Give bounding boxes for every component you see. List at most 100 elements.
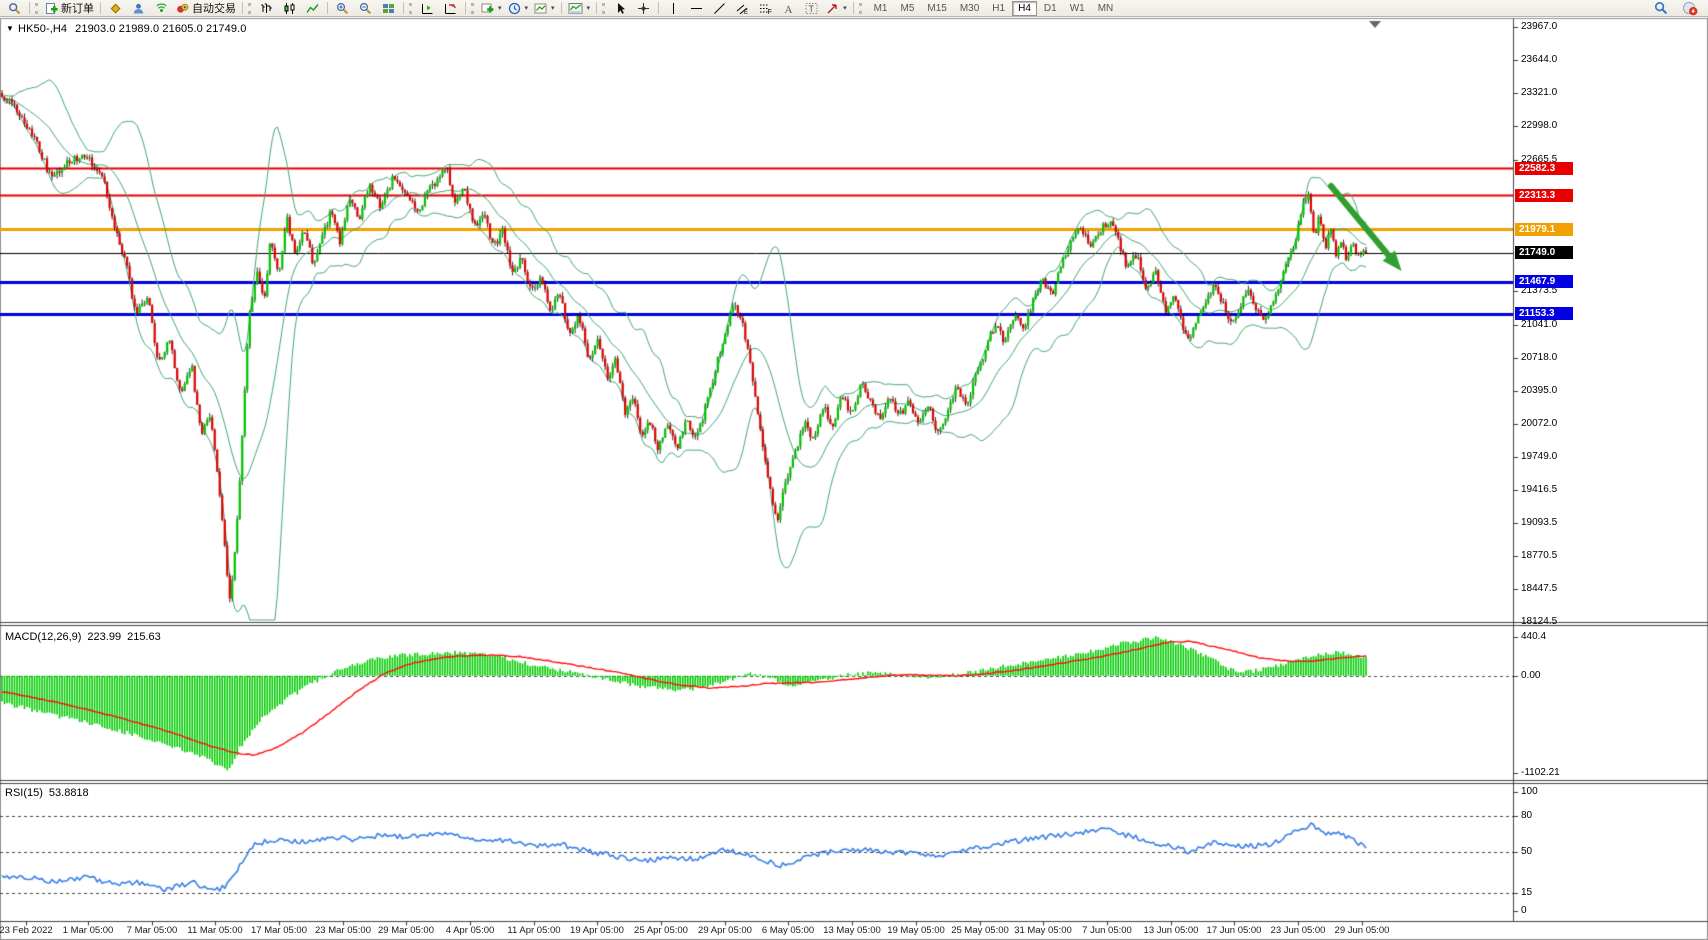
- separator: [658, 2, 659, 14]
- timeframe-button-m30[interactable]: M30: [954, 1, 985, 16]
- bar-chart-button[interactable]: [255, 0, 278, 17]
- candlestick-icon: [283, 2, 296, 15]
- zoom-out-icon: [359, 2, 372, 15]
- separator: [242, 2, 243, 14]
- timeframe-button-h1[interactable]: H1: [986, 1, 1011, 16]
- timeframe-button-m1[interactable]: M1: [868, 1, 894, 16]
- history-center-button[interactable]: [104, 0, 127, 17]
- text-icon: A: [782, 2, 795, 15]
- community-button[interactable]: [127, 0, 150, 17]
- separator: [403, 2, 404, 14]
- crosshair-icon: [637, 2, 650, 15]
- templates-button[interactable]: ▾: [531, 0, 558, 17]
- toolbar-grip: [471, 3, 474, 14]
- separator: [853, 2, 854, 14]
- timeframe-button-d1[interactable]: D1: [1038, 1, 1063, 16]
- arrows-button[interactable]: ▾: [823, 0, 850, 17]
- text-label-icon: T: [805, 2, 818, 15]
- candlestick-chart-button[interactable]: [278, 0, 301, 17]
- indicator-window-icon: [568, 2, 583, 15]
- fibonacci-icon: F: [759, 2, 772, 15]
- channel-icon: E: [736, 2, 749, 15]
- timeframe-button-mn[interactable]: MN: [1092, 1, 1120, 16]
- gold-diamond-icon: [109, 2, 122, 15]
- arrows-icon: [826, 2, 839, 15]
- auto-trading-button[interactable]: 自动交易: [173, 0, 239, 17]
- horizontal-line-icon: [690, 2, 703, 15]
- chart-shift-button[interactable]: [439, 0, 462, 17]
- toolbar-grip: [35, 3, 38, 14]
- trendline-button[interactable]: [708, 0, 731, 17]
- line-chart-button[interactable]: [301, 0, 324, 17]
- tile-windows-icon: [382, 2, 395, 15]
- person-icon: [132, 2, 145, 15]
- search-button[interactable]: [1649, 0, 1672, 17]
- clock-icon: [508, 2, 521, 15]
- toolbar: 新订单 自动交易 ▾ ▾ ▾ ▾ E F A T ▾ M1M5M15M30H1H…: [0, 0, 1708, 17]
- toolbar-right-group: [1649, 0, 1705, 17]
- crosshair-button[interactable]: [632, 0, 655, 17]
- chart-window: ▼HK50-,H421903.0 21989.0 21605.0 21749.0…: [0, 0, 1708, 940]
- dropdown-caret-icon: ▾: [498, 4, 502, 12]
- zoom-in-button[interactable]: [331, 0, 354, 17]
- zoom-out-button[interactable]: [354, 0, 377, 17]
- new-order-icon: [45, 2, 58, 15]
- signal-icon: [155, 2, 168, 15]
- line-chart-icon: [306, 2, 319, 15]
- chart-canvas[interactable]: [0, 0, 1708, 940]
- auto-trading-icon: [176, 2, 189, 15]
- timeframe-group: M1M5M15M30H1H4D1W1MN: [868, 1, 1120, 16]
- new-order-button[interactable]: 新订单: [42, 0, 97, 17]
- fibonacci-button[interactable]: F: [754, 0, 777, 17]
- auto-scroll-icon: [421, 2, 434, 15]
- vertical-line-icon: [667, 2, 680, 15]
- bar-chart-icon: [260, 2, 273, 15]
- new-order-label: 新订单: [61, 0, 94, 16]
- template-icon: [534, 2, 547, 15]
- toolbar-grip: [409, 3, 412, 14]
- separator: [596, 2, 597, 14]
- separator: [465, 2, 466, 14]
- timeframe-button-m15[interactable]: M15: [921, 1, 952, 16]
- vertical-line-button[interactable]: [662, 0, 685, 17]
- separator: [29, 2, 30, 14]
- svg-text:T: T: [809, 4, 815, 14]
- timeframe-button-m5[interactable]: M5: [894, 1, 920, 16]
- separator: [100, 2, 101, 14]
- svg-text:E: E: [744, 10, 748, 15]
- timeframe-button-w1[interactable]: W1: [1064, 1, 1091, 16]
- separator: [561, 2, 562, 14]
- chart-shift-icon: [444, 2, 457, 15]
- auto-trading-label: 自动交易: [192, 0, 236, 16]
- dropdown-caret-icon: ▾: [551, 4, 555, 12]
- separator: [327, 2, 328, 14]
- horizontal-line-button[interactable]: [685, 0, 708, 17]
- add-indicator-button[interactable]: ▾: [478, 0, 505, 17]
- search-icon: [1654, 1, 1668, 15]
- chat-bubble-icon: [1682, 1, 1698, 16]
- cursor-icon: [614, 2, 627, 15]
- svg-text:A: A: [785, 4, 793, 15]
- toolbar-grip: [859, 3, 862, 14]
- text-label-button[interactable]: T: [800, 0, 823, 17]
- magnifier-icon: [8, 2, 21, 15]
- zoom-in-icon: [336, 2, 349, 15]
- auto-scroll-button[interactable]: [416, 0, 439, 17]
- toolbar-grip: [248, 3, 251, 14]
- add-indicator-icon: [481, 2, 494, 15]
- tile-windows-button[interactable]: [377, 0, 400, 17]
- cursor-button[interactable]: [609, 0, 632, 17]
- indicator-window-button[interactable]: ▾: [565, 0, 594, 17]
- svg-text:F: F: [768, 9, 772, 15]
- text-button[interactable]: A: [777, 0, 800, 17]
- toolbar-grip: [602, 3, 605, 14]
- signals-button[interactable]: [150, 0, 173, 17]
- periods-button[interactable]: ▾: [505, 0, 532, 17]
- timeframe-button-h4[interactable]: H4: [1012, 1, 1037, 16]
- dropdown-caret-icon: ▾: [587, 4, 591, 12]
- notifications-button[interactable]: [1678, 0, 1701, 17]
- trendline-icon: [713, 2, 726, 15]
- dropdown-caret-icon: ▾: [843, 4, 847, 12]
- magnifier-button[interactable]: [3, 0, 26, 17]
- equidistant-channel-button[interactable]: E: [731, 0, 754, 17]
